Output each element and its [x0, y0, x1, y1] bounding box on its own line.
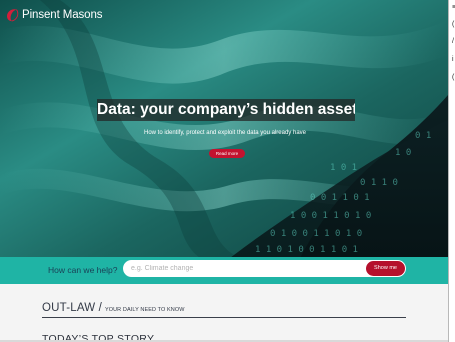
- brand-logo[interactable]: Pinsent Masons: [5, 8, 103, 22]
- pinsent-masons-logo-icon: [7, 9, 19, 22]
- show-me-button[interactable]: Show me: [366, 261, 405, 276]
- adjacent-window-strip: ≡ ( / i (: [448, 0, 455, 342]
- svg-text:0 1 1 0: 0 1 1 0: [360, 178, 398, 188]
- svg-text:1 0: 1 0: [395, 148, 411, 158]
- svg-text:1 1 0 1 0 0 1 1 0 1: 1 1 0 1 0 0 1 1 0 1: [255, 245, 358, 255]
- section-divider: [42, 317, 406, 318]
- search-input[interactable]: [131, 261, 351, 276]
- read-more-button[interactable]: Read more: [209, 149, 245, 158]
- strip-text: (: [452, 74, 455, 81]
- svg-text:1 0 0 1 1 0 1 0: 1 0 0 1 1 0 1 0: [290, 211, 371, 221]
- strip-text: /: [452, 38, 454, 45]
- page: 1 0 1 0 1 1 0 0 0 1 1 0 1 1 0 0 1 1 0 1 …: [0, 0, 448, 342]
- strip-text: i: [452, 56, 454, 63]
- svg-text:0 1 0 0 1 1 0 1 0: 0 1 0 0 1 1 0 1 0: [270, 229, 362, 239]
- outlaw-title[interactable]: OUT-LAW: [42, 302, 95, 314]
- svg-text:0 0 1 1 0 1: 0 0 1 1 0 1: [310, 193, 370, 203]
- svg-text:1 0 1: 1 0 1: [330, 163, 357, 173]
- strip-text: (: [452, 21, 455, 28]
- help-label: How can we help?: [48, 265, 118, 275]
- brand-name: Pinsent Masons: [22, 9, 103, 21]
- hero-banner: 1 0 1 0 1 1 0 0 0 1 1 0 1 1 0 0 1 1 0 1 …: [0, 0, 448, 258]
- outlaw-tagline: YOUR DAILY NEED TO KNOW: [104, 307, 185, 313]
- hero-headline: Data: your company’s hidden asset: [97, 101, 355, 118]
- svg-text:0 1: 0 1: [415, 131, 431, 141]
- outlaw-separator: /: [95, 302, 105, 314]
- outlaw-heading: OUT-LAW / YOUR DAILY NEED TO KNOW: [42, 298, 185, 316]
- hero-subline: How to identify, protect and exploit the…: [144, 130, 306, 136]
